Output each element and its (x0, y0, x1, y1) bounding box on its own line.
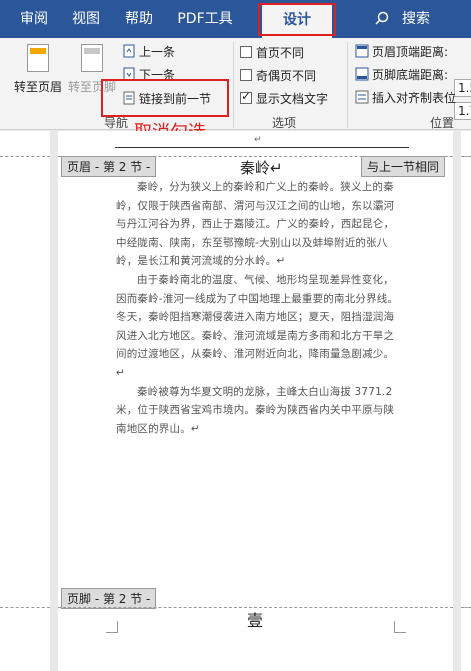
insert-align-tab-label: 插入对齐制表位 (372, 91, 457, 105)
document-body[interactable]: 秦岭，分为狭义上的秦岭和广义上的秦岭。狭义上的秦岭，仅限于陕西省南部、渭河与汉江… (116, 178, 400, 438)
previous-section-icon (123, 44, 135, 58)
tab-help[interactable]: 帮助 (116, 0, 162, 38)
margin-corner-mark (394, 621, 406, 633)
options-group-label: 选项 (272, 116, 297, 130)
header-page-icon (27, 44, 49, 72)
odd-even-checkbox-box[interactable] (240, 69, 252, 81)
footer-boundary-left (0, 607, 50, 608)
header-section-tag: 页眉 - 第 2 节 - (61, 156, 157, 177)
odd-even-label: 奇偶页不同 (256, 69, 317, 83)
goto-header-button[interactable]: 转至页眉 (10, 44, 66, 95)
show-doc-text-label: 显示文档文字 (256, 92, 329, 106)
group-divider (347, 42, 348, 128)
margin-corner-mark (106, 621, 118, 633)
group-divider (233, 42, 234, 128)
same-as-previous-tag: 与上一节相同 (361, 156, 446, 177)
body-paragraph[interactable]: 由于秦岭南北的温度、气候、地形均呈现差异性变化，因而秦岭-淮河一线成为了中国地理… (116, 271, 400, 383)
body-paragraph[interactable]: 秦岭被尊为华夏文明的龙脉，主峰太白山海拔 3771.2 米，位于陕西省宝鸡市境内… (116, 383, 400, 439)
first-page-label: 首页不同 (256, 46, 305, 60)
position-group-label: 位置 (430, 116, 455, 130)
header-top-label: 页眉顶端距离: (372, 45, 449, 59)
header-distance-icon (355, 44, 369, 58)
design-tab-highlight-box (258, 3, 336, 36)
first-page-different-checkbox[interactable]: 首页不同 (240, 44, 304, 61)
previous-button[interactable]: 上一条 (122, 43, 175, 60)
odd-even-different-checkbox[interactable]: 奇偶页不同 (240, 67, 316, 84)
footer-bottom-label: 页脚底端距离: (372, 68, 449, 82)
first-page-checkbox-box[interactable] (240, 46, 252, 58)
previous-label: 上一条 (139, 45, 176, 59)
footer-bottom-distance: 页脚底端距离: (355, 66, 448, 83)
left-page-edge (0, 131, 50, 671)
header-boundary-right (461, 156, 471, 157)
search-icon (375, 11, 389, 25)
right-page-edge (461, 131, 471, 671)
header-title[interactable]: 秦岭↵ (240, 157, 283, 178)
footer-page-number[interactable]: 壹 (247, 607, 263, 631)
header-boundary-left (0, 156, 50, 157)
footer-boundary-right (461, 607, 471, 608)
insert-align-tab-button[interactable]: 插入对齐制表位 (355, 89, 456, 106)
footer-section-tag: 页脚 - 第 2 节 - (61, 588, 157, 609)
tab-review[interactable]: 审阅 (8, 0, 60, 38)
show-doc-text-checkbox[interactable]: 显示文档文字 (240, 89, 329, 107)
tab-pdf-tools[interactable]: PDF工具 (172, 0, 238, 38)
footer-page-icon (81, 44, 103, 72)
body-paragraph[interactable]: 秦岭，分为狭义上的秦岭和广义上的秦岭。狭义上的秦岭，仅限于陕西省南部、渭河与汉江… (116, 178, 400, 271)
tab-search[interactable]: 搜索 (398, 0, 434, 38)
paragraph-mark-icon: ↵ (254, 135, 262, 145)
align-tab-icon (355, 90, 369, 104)
footer-bottom-input[interactable]: 1.7 (454, 102, 471, 120)
ribbon-tab-bar: 审阅 视图 帮助 PDF工具 设计 搜索 (0, 0, 471, 38)
footer-distance-icon (355, 67, 369, 81)
link-to-previous-highlight-box (101, 79, 229, 117)
tab-view[interactable]: 视图 (64, 0, 108, 38)
document-area[interactable]: ↵ 页眉 - 第 2 节 - 与上一节相同 秦岭↵ 秦岭，分为狭义上的秦岭和广义… (0, 131, 471, 671)
ribbon-panel: 转至页眉 转至页脚 上一条 下一条 链接到前一节 导航 首页不同 奇偶页不同 显… (0, 38, 471, 130)
show-doc-text-checkbox-box[interactable] (240, 89, 252, 104)
header-top-distance: 页眉顶端距离: (355, 43, 448, 60)
header-top-input[interactable]: 1.5 (454, 79, 471, 97)
header-rule (115, 147, 409, 148)
goto-header-label: 转至页眉 (13, 80, 62, 94)
